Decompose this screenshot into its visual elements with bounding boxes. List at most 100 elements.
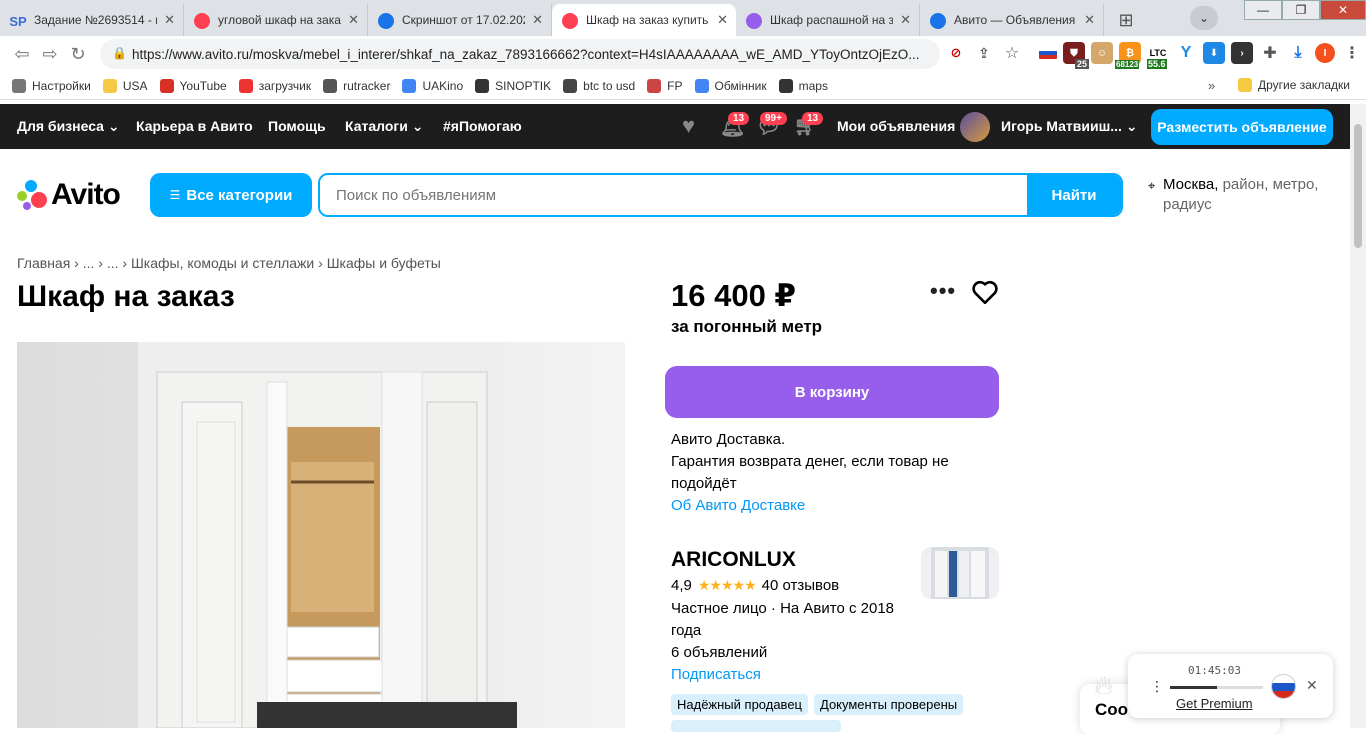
menu-kebab-icon[interactable]: ⋮: [1341, 42, 1363, 64]
bookmark-label: FP: [667, 78, 683, 93]
tab-close-icon[interactable]: ✕: [348, 12, 359, 28]
search-button[interactable]: Найти: [1027, 175, 1121, 215]
nav-catalogs[interactable]: Каталоги ⌄: [345, 118, 423, 135]
browser-tab[interactable]: Шкаф на заказ купить в ✕: [552, 4, 736, 36]
forward-icon[interactable]: ⇨: [36, 44, 64, 65]
search-input[interactable]: [320, 175, 1027, 215]
tab-close-icon[interactable]: ✕: [900, 12, 911, 28]
listing-photo[interactable]: [17, 342, 625, 728]
nav-ihelp[interactable]: #яПомогаю: [443, 118, 522, 134]
bookmark-label: UAKino: [422, 78, 464, 93]
user-avatar[interactable]: [960, 112, 990, 142]
language-flag-icon[interactable]: [1271, 674, 1296, 699]
bookmark-icon: [563, 78, 578, 93]
bookmark-item[interactable]: btc to usd: [563, 78, 635, 93]
bookmark-item[interactable]: загрузчик: [238, 78, 311, 93]
download-ext-icon[interactable]: ⬇: [1203, 42, 1225, 64]
nav-business[interactable]: Для бизнеса ⌄: [17, 118, 120, 135]
browser-tab[interactable]: SP Задание №2693514 - п ✕: [0, 4, 184, 36]
tab-search-button[interactable]: ⌄: [1190, 6, 1218, 30]
tab-close-icon[interactable]: ✕: [717, 12, 728, 28]
ltc-badge: 55.6: [1147, 59, 1167, 69]
categories-search-icon: ☰: [169, 188, 181, 202]
recorder-menu-icon[interactable]: ⋮: [1150, 678, 1164, 695]
get-premium-link[interactable]: Get Premium: [1176, 696, 1253, 711]
other-bookmarks[interactable]: Другие закладки: [1238, 78, 1350, 92]
browser-tab[interactable]: Скриншот от 17.02.2023 ✕: [368, 4, 552, 36]
page-scrollbar[interactable]: [1350, 104, 1366, 728]
delivery-line1: Авито Доставка.: [671, 431, 786, 448]
folder-icon: [1238, 78, 1252, 92]
favorites-heart-icon[interactable]: ♥: [682, 113, 695, 139]
ext-y-icon[interactable]: Y: [1175, 42, 1197, 64]
price-unit: за погонный метр: [671, 317, 823, 336]
bookmark-item[interactable]: maps: [778, 78, 828, 93]
ext-shield-icon[interactable]: ⛊ 25: [1063, 42, 1089, 69]
scrollbar-thumb[interactable]: [1354, 124, 1362, 248]
address-bar[interactable]: 🔒 https://www.avito.ru/moskva/mebel_i_in…: [100, 39, 940, 69]
seller-avatar[interactable]: [921, 547, 999, 599]
delivery-line2: Гарантия возврата денег, если товар не п…: [671, 453, 949, 492]
delivery-link[interactable]: Об Авито Доставке: [671, 495, 961, 517]
ext-face-icon[interactable]: ☺: [1091, 42, 1113, 64]
browser-tab[interactable]: Шкаф распашной на за ✕: [736, 4, 920, 36]
seller-name[interactable]: ARICONLUX: [671, 548, 796, 572]
user-menu[interactable]: Игорь Матвииш... ⌄: [1001, 118, 1138, 135]
tab-close-icon[interactable]: ✕: [164, 12, 175, 28]
my-ads-link[interactable]: Мои объявления: [837, 118, 955, 134]
litecoin-icon[interactable]: LTC 55.6: [1147, 42, 1169, 69]
bitcoin-icon[interactable]: ₿ 68123: [1115, 42, 1141, 69]
bookmark-item[interactable]: Настройки: [12, 78, 91, 93]
block-icon[interactable]: ⊘: [945, 42, 967, 64]
bookmark-item[interactable]: USA: [102, 78, 148, 93]
avito-top-bar: Для бизнеса ⌄ Карьера в Авито Помощь Кат…: [0, 104, 1366, 149]
seller-tags: Надёжный продавец Документы проверены: [671, 694, 964, 715]
other-bookmarks-label: Другие закладки: [1258, 78, 1350, 92]
rating-stars-icon: ★★★★★: [697, 577, 757, 593]
reload-icon[interactable]: ↻: [64, 44, 92, 65]
post-ad-button[interactable]: Разместить объявление: [1151, 109, 1333, 145]
bookmark-item[interactable]: SINOPTIK: [475, 78, 551, 93]
sp-icon: SP: [9, 13, 27, 29]
browser-tab[interactable]: Авито — Объявления н ✕: [920, 4, 1104, 36]
close-window-button[interactable]: ✕: [1320, 0, 1366, 20]
profile-avatar-icon[interactable]: I: [1315, 43, 1335, 63]
browser-tab[interactable]: угловой шкаф на заказ ✕: [184, 4, 368, 36]
breadcrumb[interactable]: Главная › ... › ... › Шкафы, комоды и ст…: [17, 255, 441, 271]
share-icon[interactable]: ⇪: [973, 42, 995, 64]
avito-wordmark: Avito: [51, 178, 121, 211]
bookmarks-overflow-icon[interactable]: »: [1208, 78, 1215, 93]
nav-help[interactable]: Помощь: [268, 118, 326, 134]
tab-close-icon[interactable]: ✕: [1084, 12, 1095, 28]
puzzle-icon[interactable]: ✚: [1259, 42, 1281, 64]
tab-close-icon[interactable]: ✕: [532, 12, 543, 28]
add-to-cart-button[interactable]: В корзину: [665, 366, 999, 418]
nav-career[interactable]: Карьера в Авито: [136, 118, 253, 134]
bookmark-item[interactable]: FP: [647, 78, 683, 93]
minimize-button[interactable]: —: [1244, 0, 1282, 20]
all-categories-button[interactable]: ☰ Все категории: [150, 173, 312, 217]
avito-logo[interactable]: Avito: [17, 178, 121, 212]
bookmark-item[interactable]: Обмінник: [694, 78, 767, 93]
back-icon[interactable]: ⇦: [8, 44, 36, 65]
recorder-close-icon[interactable]: ✕: [1306, 677, 1318, 694]
location-selector[interactable]: ⌖ Москва, район, метро, радиус: [1148, 175, 1348, 215]
russia-flag-icon[interactable]: [1039, 47, 1057, 59]
ext-badge: 25: [1074, 59, 1089, 69]
terminal-icon[interactable]: ›: [1231, 42, 1253, 64]
bookmark-item[interactable]: rutracker: [323, 78, 390, 93]
bookmark-item[interactable]: UAKino: [402, 78, 464, 93]
seller-ads-count[interactable]: 6 объявлений: [671, 642, 911, 664]
subscribe-link[interactable]: Подписаться: [671, 664, 911, 686]
maximize-button[interactable]: ❐: [1282, 0, 1320, 20]
favorite-heart-icon[interactable]: [972, 280, 998, 304]
downloads-icon[interactable]: ⤓: [1287, 42, 1309, 64]
more-options-icon[interactable]: •••: [930, 278, 956, 304]
star-icon[interactable]: ☆: [1001, 42, 1023, 64]
bookmark-item[interactable]: YouTube: [159, 78, 227, 93]
tab-title: Задание №2693514 - п: [34, 13, 157, 27]
seller-rating[interactable]: 4,9 ★★★★★ 40 отзывов: [671, 577, 839, 594]
nav-business-label: Для бизнеса: [17, 118, 104, 134]
new-tab-button[interactable]: ⊞: [1112, 6, 1140, 34]
search-bar: Найти: [318, 173, 1123, 217]
